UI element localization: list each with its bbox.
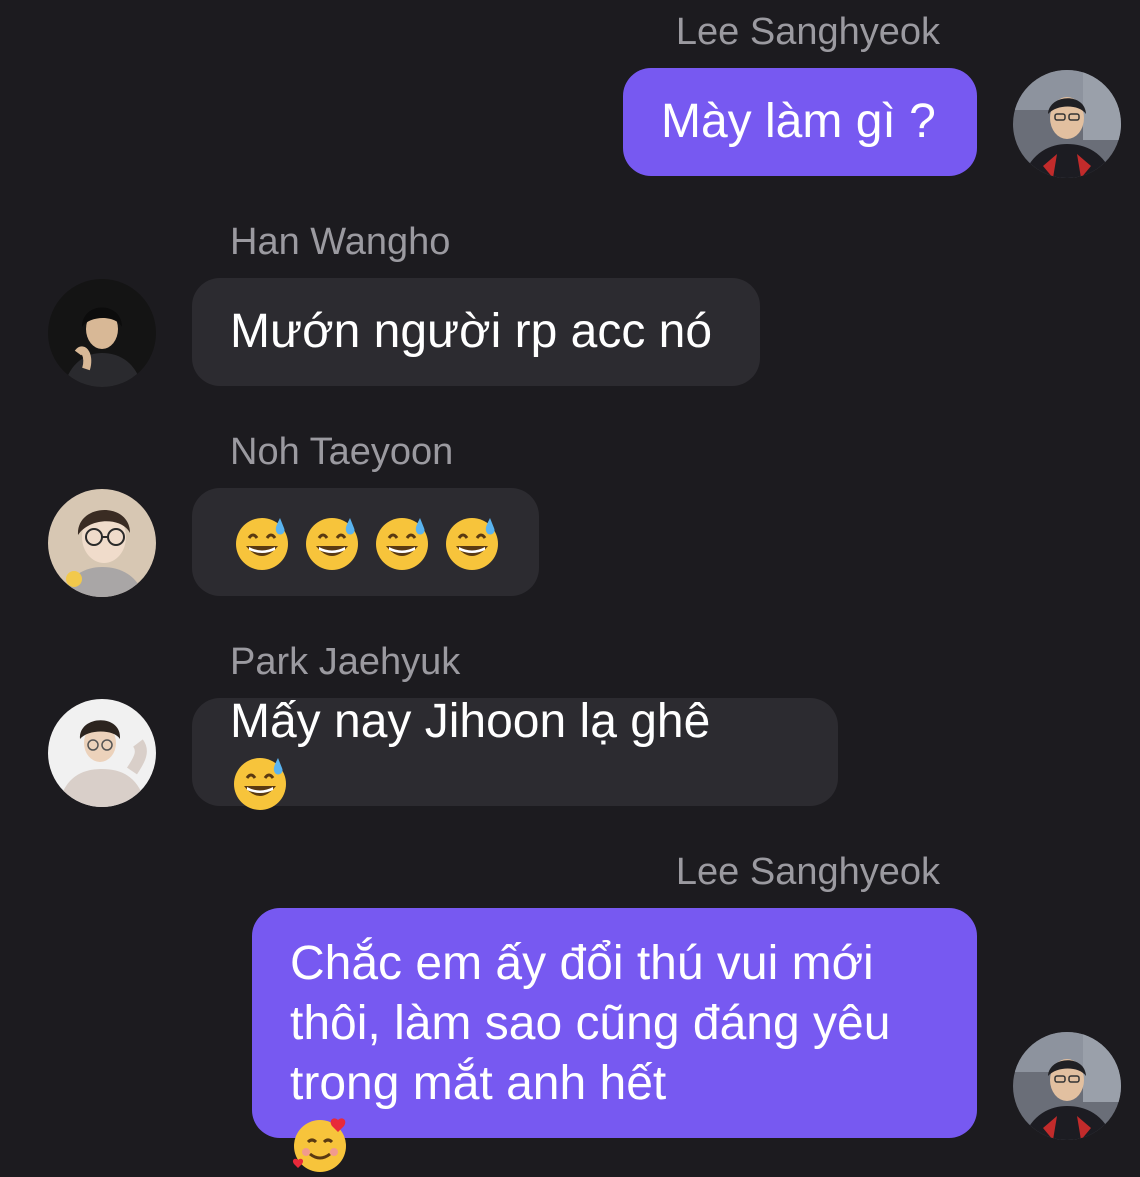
grinning-sweat-emoji <box>442 512 502 572</box>
smiling-hearts-emoji <box>290 1114 350 1174</box>
message-text-line: thôi, làm sao cũng đáng yêu <box>290 997 891 1050</box>
avatar-lee-sanghyeok[interactable] <box>1013 70 1121 178</box>
message-text: trong mắt anh hết <box>290 1057 667 1110</box>
sender-name: Lee Sanghyeok <box>675 11 940 53</box>
sender-name: Noh Taeyoon <box>230 431 454 473</box>
avatar-park-jaehyuk[interactable] <box>48 699 156 807</box>
avatar-image <box>48 699 156 807</box>
avatar-image <box>1013 70 1121 178</box>
grinning-sweat-emoji <box>302 512 362 572</box>
grinning-sweat-emoji <box>232 512 292 572</box>
sender-name: Park Jaehyuk <box>230 641 461 683</box>
message-text-block: Chắc em ấy đổi thú vui mới thôi, làm sao… <box>290 934 890 1174</box>
avatar-lee-sanghyeok[interactable] <box>1013 1032 1121 1140</box>
message-text-line: trong mắt anh hết <box>290 1054 890 1174</box>
sender-name: Lee Sanghyeok <box>675 851 940 893</box>
sender-name: Han Wangho <box>230 221 451 263</box>
message-text-line: Chắc em ấy đổi thú vui mới <box>290 937 874 990</box>
message-bubble-outgoing[interactable]: Mày làm gì ? <box>623 68 977 176</box>
message-text: Mày làm gì ? <box>661 95 936 148</box>
message-bubble-incoming[interactable]: Mấy nay Jihoon lạ ghê <box>192 695 838 810</box>
avatar-noh-taeyoon[interactable] <box>48 489 156 597</box>
avatar-image <box>48 279 156 387</box>
avatar-han-wangho[interactable] <box>48 279 156 387</box>
emoji-row <box>232 512 502 572</box>
grinning-sweat-emoji <box>230 752 290 812</box>
avatar-image <box>1013 1032 1121 1140</box>
message-text: Mướn người rp acc nó <box>230 305 713 358</box>
message-text: Mấy nay Jihoon lạ ghê <box>230 695 711 748</box>
message-bubble-incoming[interactable]: Mướn người rp acc nó <box>192 278 760 386</box>
avatar-image <box>48 489 156 597</box>
message-text-line: Mấy nay Jihoon lạ ghê <box>230 692 710 812</box>
grinning-sweat-emoji <box>372 512 432 572</box>
message-bubble-incoming[interactable] <box>192 488 539 596</box>
message-bubble-outgoing[interactable]: Chắc em ấy đổi thú vui mới thôi, làm sao… <box>252 908 977 1172</box>
